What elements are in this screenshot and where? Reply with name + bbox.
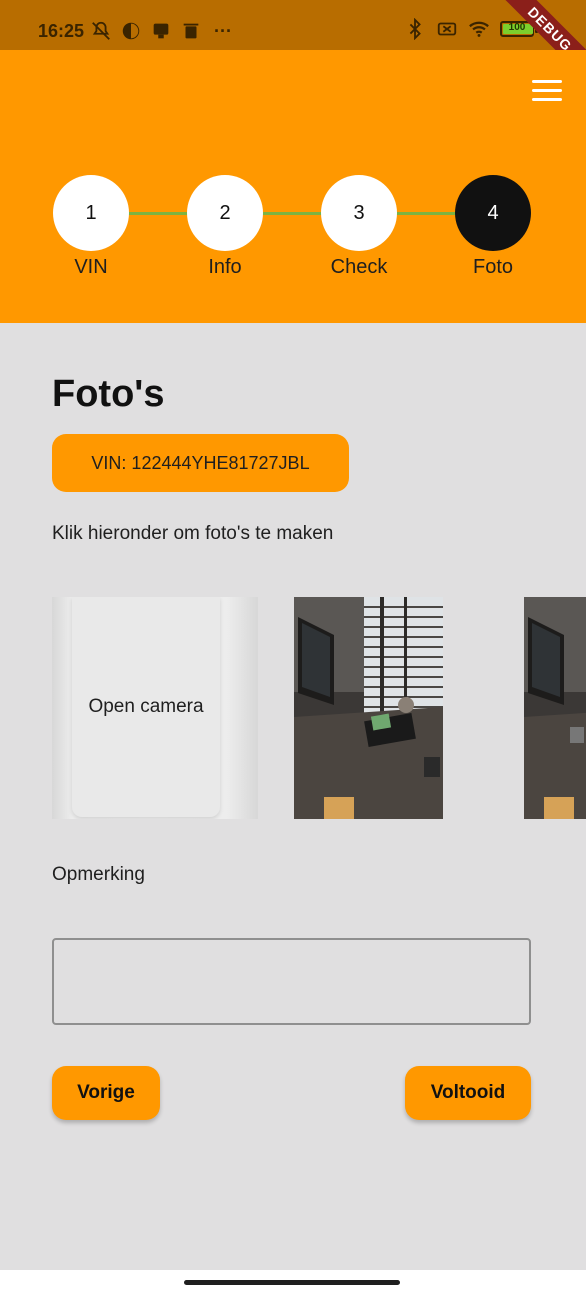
previous-button[interactable]: Vorige (52, 1066, 160, 1120)
step-connector (262, 212, 324, 215)
step-label-vin: VIN (74, 256, 108, 278)
photo-image (294, 597, 443, 819)
step-2-circle[interactable]: 2 (187, 175, 263, 251)
trash-icon (183, 23, 199, 39)
step-1-circle[interactable]: 1 (53, 175, 129, 251)
step-connector (396, 212, 458, 215)
step-number: 1 (85, 201, 97, 224)
photo-carousel[interactable]: Open camera (0, 597, 586, 819)
step-number: 4 (487, 201, 499, 224)
main-content: Foto's VIN: 122444YHE81727JBL Klik hiero… (0, 323, 586, 1270)
open-camera-button[interactable]: Open camera (72, 597, 220, 817)
photo-image (524, 597, 586, 819)
step-number: 2 (219, 201, 231, 224)
sim-card-icon (153, 23, 169, 39)
home-indicator[interactable] (184, 1280, 400, 1285)
instructions-text: Klik hieronder om foto's te maken (52, 523, 334, 544)
theme-icon (122, 22, 140, 40)
step-4-circle[interactable]: 4 (455, 175, 531, 251)
stepper: 1 2 3 4 VIN Info Check Foto (0, 50, 586, 323)
status-right-icons: 100 (404, 18, 538, 40)
step-label-info: Info (208, 256, 242, 278)
complete-button[interactable]: Voltooid (405, 1066, 531, 1120)
step-label-foto: Foto (472, 256, 514, 278)
step-number: 3 (353, 201, 365, 224)
status-left-icons: ··· (90, 20, 232, 42)
camera-card: Open camera (52, 597, 258, 819)
mute-icon (92, 21, 110, 40)
app-header: 1 2 3 4 VIN Info Check Foto (0, 50, 586, 323)
battery-level: 100 (508, 22, 526, 33)
status-bar: 16:25 ··· 100 DEBUG (0, 0, 586, 87)
no-sim-icon (437, 22, 457, 36)
bluetooth-icon (409, 18, 421, 40)
step-label-check: Check (330, 256, 388, 278)
wifi-icon (469, 21, 489, 37)
photo-thumbnail[interactable] (524, 597, 586, 819)
remark-field[interactable] (52, 938, 531, 1025)
step-3-circle[interactable]: 3 (321, 175, 397, 251)
vin-badge: VIN: 122444YHE81727JBL (52, 434, 349, 492)
remark-label: Opmerking (52, 864, 145, 885)
page-title: Foto's (52, 373, 165, 415)
photo-thumbnail[interactable] (294, 597, 443, 819)
step-connector (128, 212, 190, 215)
overflow-dots: ··· (214, 20, 232, 41)
system-nav-bar (0, 1270, 586, 1298)
status-time: 16:25 (38, 21, 85, 41)
